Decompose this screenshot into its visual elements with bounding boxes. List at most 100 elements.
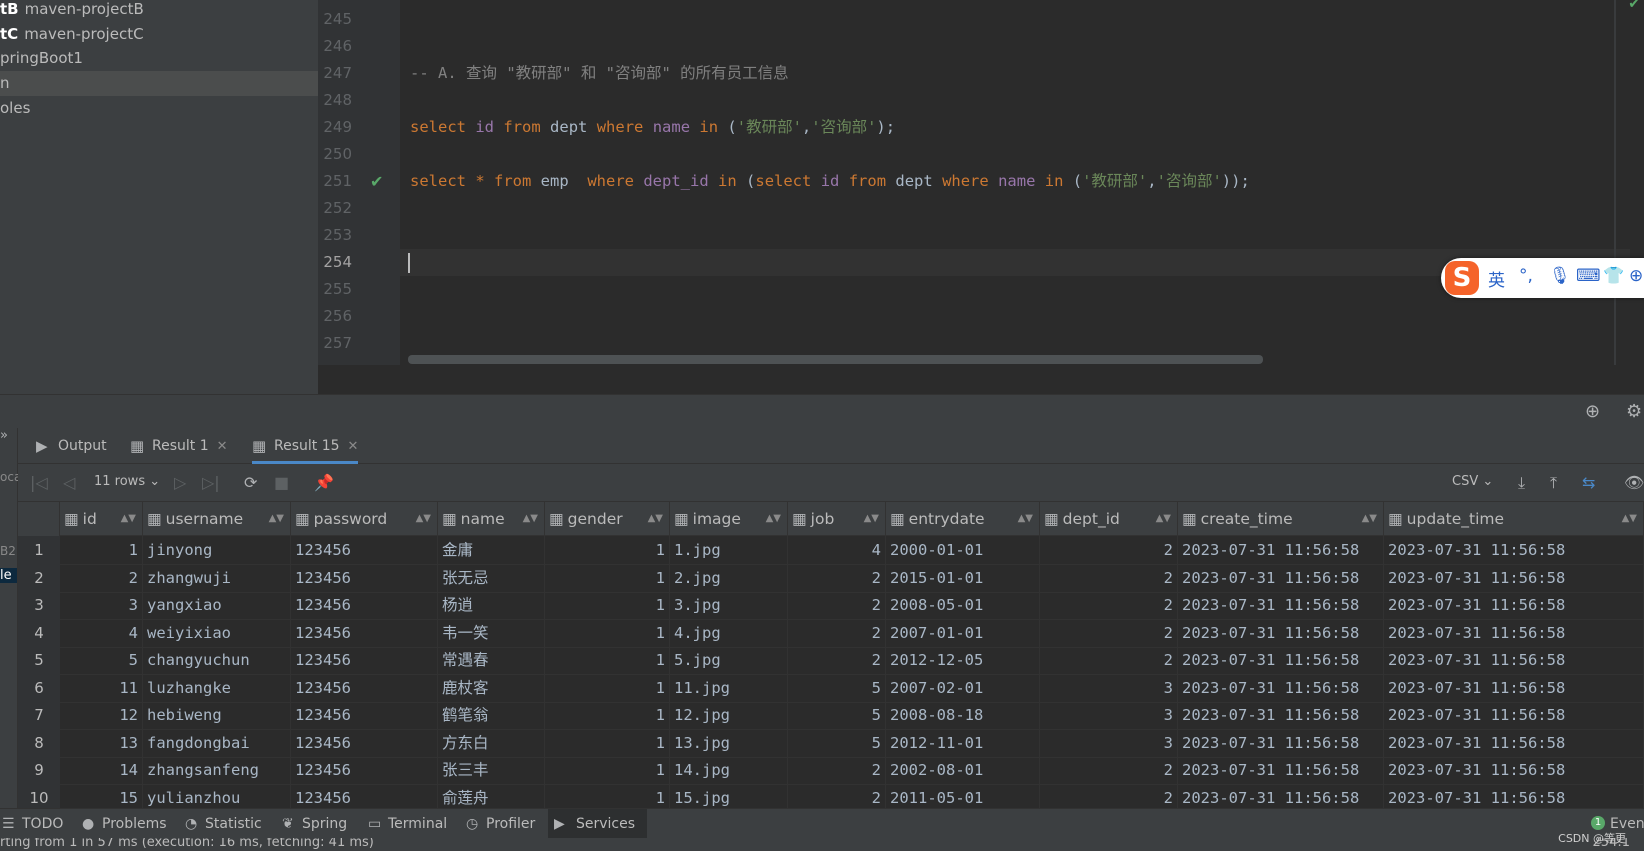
crosshair-icon[interactable]: ⊕: [1585, 401, 1600, 422]
table-cell[interactable]: 2023-07-31 11:56:58: [1384, 783, 1644, 808]
table-cell[interactable]: 123456: [291, 591, 438, 620]
project-item-selected[interactable]: n: [0, 71, 318, 96]
compare-icon[interactable]: ⇆: [1582, 473, 1595, 492]
table-cell[interactable]: 2023-07-31 11:56:58: [1384, 728, 1644, 758]
tool-tab-statistic[interactable]: ◔ Statistic: [183, 809, 262, 839]
column-header-name[interactable]: ▦ name ▲▼: [438, 502, 545, 536]
table-cell[interactable]: 2: [1040, 536, 1178, 565]
table-cell[interactable]: 2007-01-01: [886, 618, 1040, 648]
table-cell[interactable]: 2023-07-31 11:56:58: [1178, 701, 1384, 730]
table-cell[interactable]: 3: [1040, 701, 1178, 730]
table-cell[interactable]: 1: [545, 591, 670, 620]
tree-label-selected[interactable]: le: [0, 568, 17, 583]
stop-icon[interactable]: ■: [274, 473, 289, 492]
table-cell[interactable]: 1: [545, 756, 670, 785]
table-cell[interactable]: 13.jpg: [670, 728, 788, 758]
table-cell[interactable]: 2023-07-31 11:56:58: [1178, 783, 1384, 808]
microphone-icon[interactable]: 🎙: [1549, 266, 1571, 286]
table-cell[interactable]: zhangwuji: [143, 563, 291, 593]
column-header-create-time[interactable]: ▦ create_time ▲▼: [1178, 502, 1384, 536]
table-cell[interactable]: 123456: [291, 783, 438, 808]
column-header-entrydate[interactable]: ▦ entrydate ▲▼: [886, 502, 1040, 536]
table-cell[interactable]: 15.jpg: [670, 783, 788, 808]
table-cell[interactable]: 1: [545, 646, 670, 675]
table-cell[interactable]: 2000-01-01: [886, 536, 1040, 565]
table-cell[interactable]: 2002-08-01: [886, 756, 1040, 785]
table-cell[interactable]: 2: [1040, 756, 1178, 785]
table-cell[interactable]: 2: [1040, 591, 1178, 620]
sort-icon[interactable]: ▲▼: [648, 502, 663, 536]
upload-icon[interactable]: ⤒: [1550, 473, 1557, 493]
eye-icon[interactable]: 👁: [1624, 473, 1644, 492]
table-cell[interactable]: 1: [545, 563, 670, 593]
table-cell[interactable]: weiyixiao: [143, 618, 291, 648]
table-cell[interactable]: 123456: [291, 756, 438, 785]
table-cell[interactable]: 2023-07-31 11:56:58: [1384, 673, 1644, 703]
table-cell[interactable]: 常遇春: [438, 646, 545, 675]
result-grid[interactable]: ▦ id ▲▼ ▦ username ▲▼ ▦ password ▲▼ ▦ name ▲▼ ▦ gende…: [18, 502, 1644, 808]
table-cell[interactable]: 2015-01-01: [886, 563, 1040, 593]
table-cell[interactable]: 2008-08-18: [886, 701, 1040, 730]
table-cell[interactable]: 5: [60, 646, 143, 675]
table-cell[interactable]: 4: [60, 618, 143, 648]
tool-tab-spring[interactable]: ❦ Spring: [280, 809, 347, 839]
table-cell[interactable]: yulianzhou: [143, 783, 291, 808]
table-cell[interactable]: 2: [788, 756, 886, 785]
table-cell[interactable]: 1: [545, 536, 670, 565]
sort-icon[interactable]: ▲▼: [1622, 502, 1637, 536]
previous-page-icon[interactable]: ◁: [63, 473, 75, 492]
table-cell[interactable]: 2023-07-31 11:56:58: [1384, 563, 1644, 593]
row-number[interactable]: 10: [18, 783, 60, 808]
ime-language-toggle[interactable]: 英: [1488, 266, 1505, 291]
table-cell[interactable]: 2023-07-31 11:56:58: [1178, 673, 1384, 703]
first-page-icon[interactable]: |◁: [30, 473, 48, 492]
table-cell[interactable]: 2.jpg: [670, 563, 788, 593]
table-cell[interactable]: 13: [60, 728, 143, 758]
project-item[interactable]: tB maven-projectB: [0, 0, 318, 22]
table-cell[interactable]: 2: [788, 591, 886, 620]
project-item[interactable]: oles: [0, 96, 318, 121]
pin-icon[interactable]: 📌: [314, 473, 334, 492]
table-cell[interactable]: 2023-07-31 11:56:58: [1178, 756, 1384, 785]
gear-icon[interactable]: ⚙: [1626, 401, 1642, 422]
table-cell[interactable]: luzhangke: [143, 673, 291, 703]
table-cell[interactable]: 2012-12-05: [886, 646, 1040, 675]
table-cell[interactable]: 1: [545, 618, 670, 648]
table-cell[interactable]: 杨逍: [438, 591, 545, 620]
table-cell[interactable]: 3: [1040, 728, 1178, 758]
table-cell[interactable]: 123456: [291, 646, 438, 675]
table-cell[interactable]: 俞莲舟: [438, 783, 545, 808]
code-area[interactable]: -- A. 查询 "教研部" 和 "咨询部" 的所有员工信息 select id…: [400, 0, 1630, 365]
sort-icon[interactable]: ▲▼: [1362, 502, 1377, 536]
table-cell[interactable]: 2023-07-31 11:56:58: [1384, 536, 1644, 565]
column-header-dept-id[interactable]: ▦ dept_id ▲▼: [1040, 502, 1178, 536]
table-cell[interactable]: 2023-07-31 11:56:58: [1384, 591, 1644, 620]
sort-icon[interactable]: ▲▼: [1156, 502, 1171, 536]
table-cell[interactable]: 11: [60, 673, 143, 703]
sort-icon[interactable]: ▲▼: [766, 502, 781, 536]
row-number[interactable]: 1: [18, 536, 60, 565]
table-cell[interactable]: 123456: [291, 701, 438, 730]
inspection-ok-check-icon[interactable]: ✔: [1628, 0, 1640, 12]
expand-icon[interactable]: »: [0, 428, 8, 443]
table-cell[interactable]: 2023-07-31 11:56:58: [1178, 536, 1384, 565]
close-icon[interactable]: ✕: [348, 439, 359, 454]
table-cell[interactable]: hebiweng: [143, 701, 291, 730]
table-cell[interactable]: yangxiao: [143, 591, 291, 620]
table-cell[interactable]: 韦一笑: [438, 618, 545, 648]
table-cell[interactable]: 5: [788, 701, 886, 730]
sql-editor[interactable]: 245 246 247 248 249 250 251 252 253 254 …: [318, 0, 1644, 394]
table-cell[interactable]: 2: [788, 563, 886, 593]
column-header-job[interactable]: ▦ job ▲▼: [788, 502, 886, 536]
execution-success-check-icon[interactable]: ✔: [370, 168, 383, 195]
row-number[interactable]: 9: [18, 756, 60, 785]
table-cell[interactable]: 2023-07-31 11:56:58: [1178, 563, 1384, 593]
tool-tab-todo[interactable]: ☰ TODO: [0, 809, 63, 839]
skin-shirt-icon[interactable]: 👕: [1603, 266, 1624, 286]
tool-tab-problems[interactable]: ● Problems: [80, 809, 167, 839]
table-cell[interactable]: 5.jpg: [670, 646, 788, 675]
table-cell[interactable]: 14.jpg: [670, 756, 788, 785]
table-cell[interactable]: 3.jpg: [670, 591, 788, 620]
table-cell[interactable]: 14: [60, 756, 143, 785]
rows-count-dropdown[interactable]: 11 rows ⌄: [94, 474, 160, 489]
